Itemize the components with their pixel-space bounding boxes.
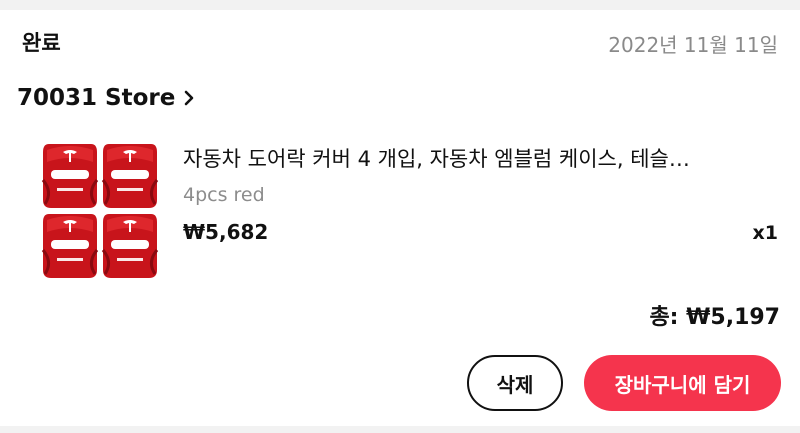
order-date: 2022년 11월 11일: [608, 33, 778, 57]
product-price: ₩5,682: [183, 220, 269, 244]
chevron-right-icon: [183, 89, 195, 107]
product-variant: 4pcs red: [183, 184, 265, 206]
product-quantity: x1: [752, 222, 778, 244]
add-to-cart-button[interactable]: 장바구니에 담기: [584, 355, 781, 411]
order-total: 총: ₩5,197: [649, 305, 780, 330]
product-image[interactable]: [38, 137, 162, 281]
order-status: 완료: [22, 31, 61, 55]
delete-button[interactable]: 삭제: [467, 355, 563, 411]
order-card: 완료 2022년 11월 11일 70031 Store 자동차 도어락 커버 …: [0, 10, 800, 426]
product-title[interactable]: 자동차 도어락 커버 4 개입, 자동차 엠블럼 케이스, 테슬…: [183, 143, 778, 173]
store-link[interactable]: 70031 Store: [17, 85, 195, 111]
store-name: 70031 Store: [17, 85, 176, 111]
